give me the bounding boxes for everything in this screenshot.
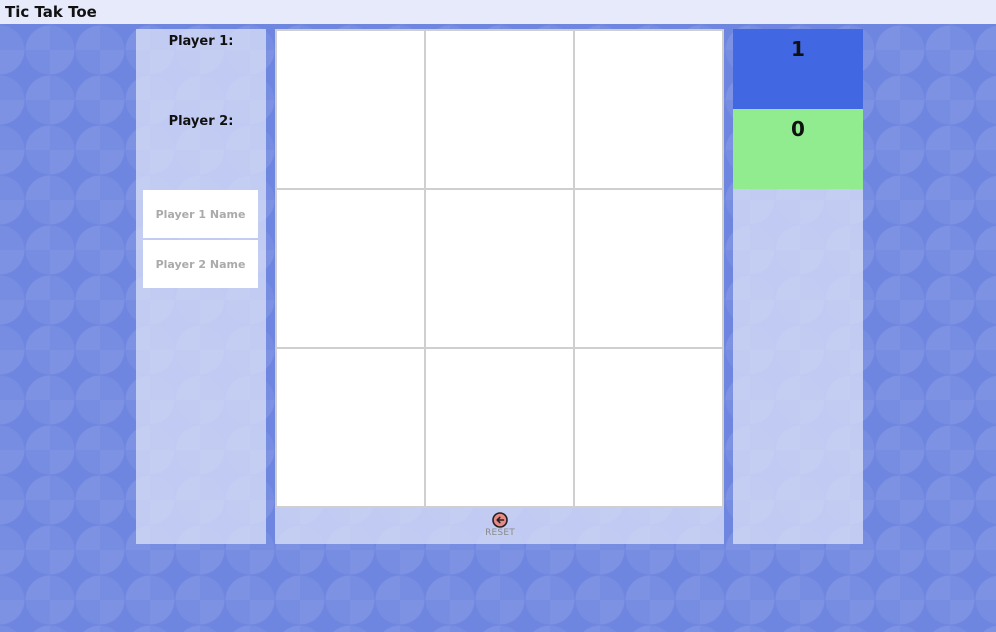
board-cell-1[interactable] bbox=[277, 31, 424, 188]
reset-arrow-icon bbox=[492, 512, 508, 528]
board-cell-4[interactable] bbox=[277, 190, 424, 347]
player-2-score: 0 bbox=[733, 109, 863, 189]
title-bar: Tic Tak Toe bbox=[0, 0, 996, 24]
reset-label: RESET bbox=[485, 528, 515, 538]
board-cell-2[interactable] bbox=[426, 31, 573, 188]
player-2-name-input[interactable] bbox=[143, 240, 258, 288]
score-panel: 1 0 bbox=[733, 29, 863, 544]
board-cell-3[interactable] bbox=[575, 31, 722, 188]
board-cell-9[interactable] bbox=[575, 349, 722, 506]
board-cell-5[interactable] bbox=[426, 190, 573, 347]
reset-bar: RESET bbox=[275, 508, 724, 544]
app-title: Tic Tak Toe bbox=[5, 3, 97, 21]
board-cell-6[interactable] bbox=[575, 190, 722, 347]
player-1-score: 1 bbox=[733, 29, 863, 109]
player-1-name-input[interactable] bbox=[143, 190, 258, 238]
player-1-label: Player 1: bbox=[168, 34, 234, 49]
game-board bbox=[275, 29, 724, 508]
player-2-label: Player 2: bbox=[168, 114, 234, 129]
board-cell-7[interactable] bbox=[277, 349, 424, 506]
reset-button[interactable]: RESET bbox=[475, 512, 525, 542]
players-panel: Player 1: Player 2: bbox=[136, 29, 266, 544]
board-cell-8[interactable] bbox=[426, 349, 573, 506]
